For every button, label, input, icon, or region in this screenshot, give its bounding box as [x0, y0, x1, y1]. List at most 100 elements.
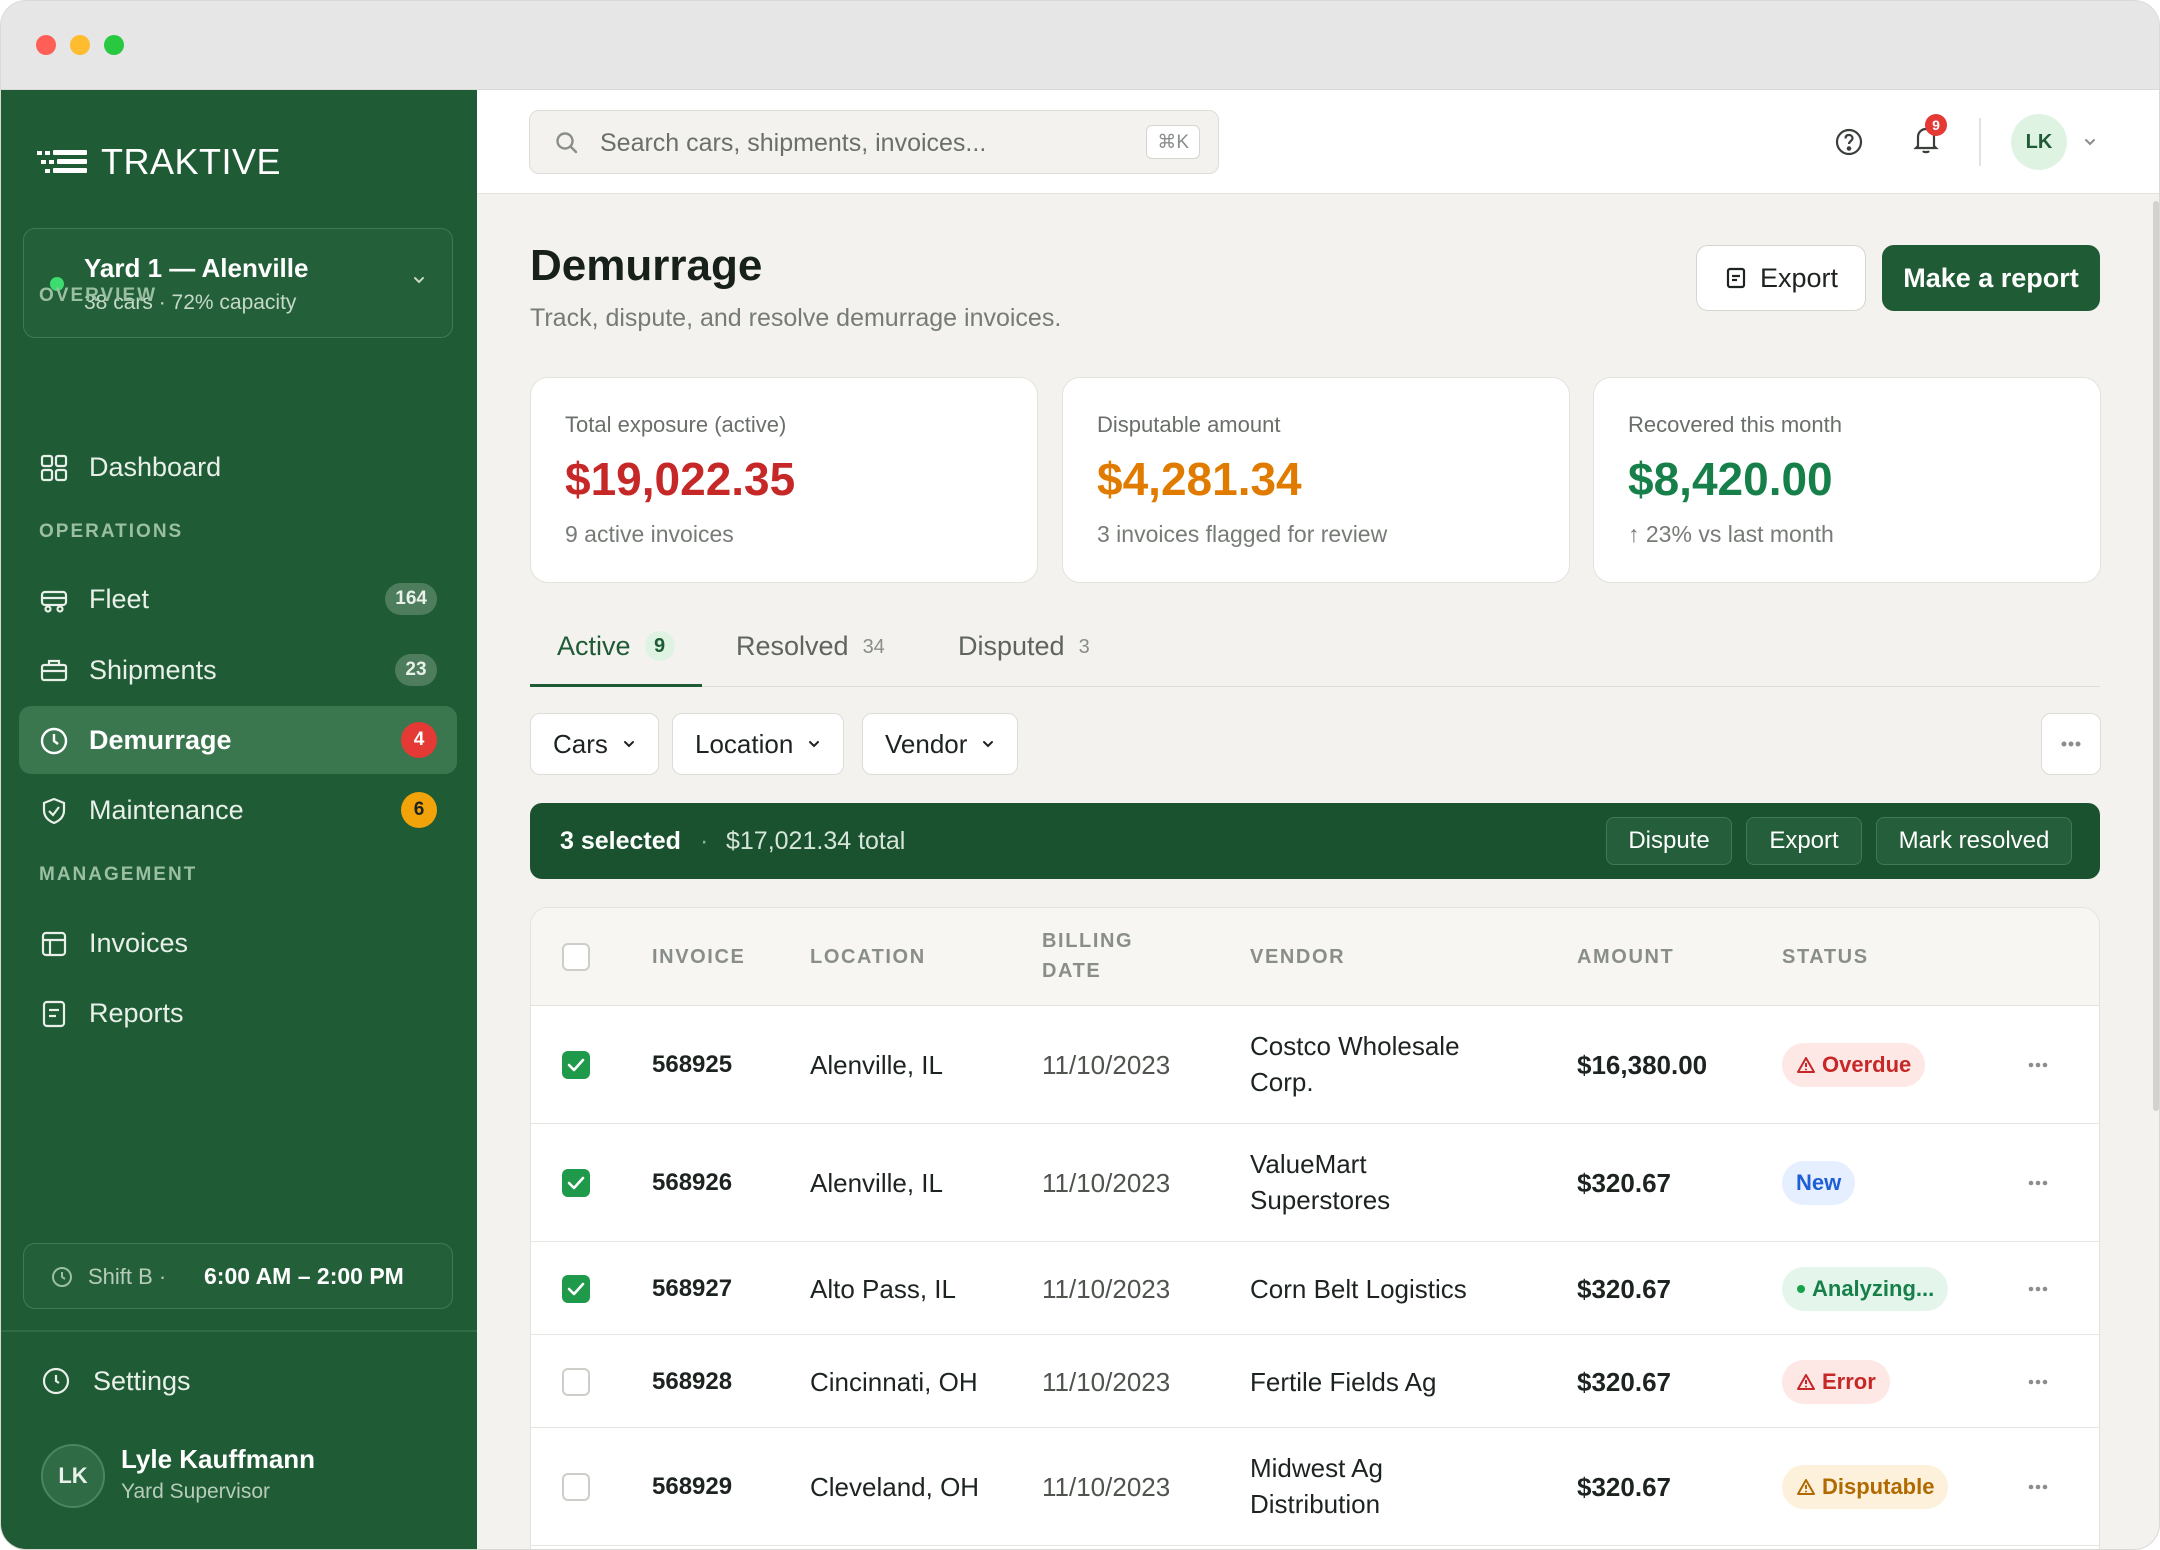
sidebar-item-shipments[interactable]: Shipments 23 — [19, 636, 457, 704]
count-badge: 164 — [385, 583, 437, 615]
column-header-amount[interactable]: AMOUNT — [1577, 942, 1674, 972]
more-options-button[interactable] — [2041, 713, 2101, 775]
table-row[interactable]: 568925 Alenville, IL 11/10/2023 Costco W… — [531, 1006, 2099, 1124]
vendor-line-2: Corp. — [1250, 1067, 1314, 1097]
check-icon — [567, 1176, 585, 1190]
invoice-number[interactable]: 568928 — [652, 1364, 732, 1400]
sidebar-item-demurrage[interactable]: Demurrage 4 — [19, 706, 457, 774]
tab-resolved[interactable]: Resolved 34 — [736, 631, 885, 687]
billing-date: 11/10/2023 — [1042, 1168, 1171, 1198]
row-checkbox[interactable] — [562, 1368, 590, 1396]
brand-logo[interactable]: TRAKTIVE — [37, 141, 281, 182]
keyboard-shortcut-hint: ⌘K — [1146, 125, 1200, 159]
tab-label: Resolved — [736, 631, 849, 661]
maximize-window-button[interactable] — [104, 35, 124, 55]
sidebar-item-label: Settings — [93, 1366, 191, 1396]
clock-icon — [40, 727, 68, 755]
status-label: Analyzing... — [1812, 1276, 1935, 1301]
location: Alto Pass, IL — [810, 1274, 956, 1304]
alert-badge: 4 — [401, 722, 437, 758]
stat-card-disputable: Disputable amount $4,281.34 3 invoices f… — [1062, 377, 1570, 583]
avatar[interactable]: LK — [2011, 114, 2067, 170]
row-more-icon[interactable] — [2027, 1285, 2049, 1293]
stat-value: $4,281.34 — [1097, 453, 1302, 505]
row-checkbox[interactable] — [562, 1473, 590, 1501]
column-header-vendor[interactable]: VENDOR — [1250, 942, 1345, 972]
selected-count: 3 selected — [560, 827, 681, 855]
status-label: New — [1796, 1170, 1842, 1195]
check-icon — [567, 1282, 585, 1296]
make-report-button[interactable]: Make a report — [1882, 245, 2100, 311]
table-row[interactable]: 568927 Alto Pass, IL 11/10/2023 Corn Bel… — [531, 1242, 2099, 1335]
row-more-icon[interactable] — [2027, 1179, 2049, 1187]
sidebar-item-reports[interactable]: Reports — [19, 979, 457, 1047]
search-input[interactable] — [600, 123, 1120, 163]
row-checkbox[interactable] — [562, 1169, 590, 1197]
dispute-button[interactable]: Dispute — [1606, 817, 1732, 865]
mark-resolved-button[interactable]: Mark resolved — [1876, 817, 2072, 865]
location: Alenville, IL — [810, 1168, 943, 1198]
filter-label: Vendor — [885, 728, 968, 759]
title-bar — [1, 1, 2159, 90]
shift-indicator: Shift B · 6:00 AM – 2:00 PM — [23, 1243, 453, 1309]
sidebar-item-label: Shipments — [89, 654, 217, 685]
column-header-invoice[interactable]: INVOICE — [652, 942, 745, 972]
row-more-icon[interactable] — [2027, 1378, 2049, 1386]
sidebar-item-dashboard[interactable]: Dashboard — [19, 433, 457, 501]
search-box[interactable]: ⌘K — [529, 110, 1219, 174]
tab-count: 34 — [862, 636, 885, 658]
tab-active[interactable]: Active 9 — [530, 631, 702, 687]
invoice-number[interactable]: 568925 — [652, 1047, 732, 1083]
invoice-number[interactable]: 568929 — [652, 1469, 732, 1505]
settings-icon — [42, 1367, 70, 1395]
stat-value: $8,420.00 — [1628, 453, 1833, 505]
status-badge: Overdue — [1782, 1043, 1926, 1087]
tab-label: Disputed — [958, 631, 1065, 661]
stat-label: Recovered this month — [1628, 412, 1842, 437]
filter-location[interactable]: Location — [672, 713, 845, 775]
sidebar-item-maintenance[interactable]: Maintenance 6 — [19, 776, 457, 844]
warning-icon — [1797, 1374, 1815, 1390]
filter-vendor[interactable]: Vendor — [862, 713, 1019, 775]
table-row[interactable]: 568926 Alenville, IL 11/10/2023 ValueMar… — [531, 1124, 2099, 1242]
row-more-icon[interactable] — [2027, 1483, 2049, 1491]
row-more-icon[interactable] — [2027, 1061, 2049, 1069]
chevron-down-icon — [623, 741, 634, 748]
sidebar-item-invoices[interactable]: Invoices — [19, 909, 457, 977]
export-selected-button[interactable]: Export — [1746, 817, 1862, 865]
column-header-billing[interactable]: BILLING — [1042, 926, 1133, 956]
invoice-number[interactable]: 568926 — [652, 1165, 732, 1201]
status-badge: Error — [1782, 1360, 1890, 1404]
column-header-status[interactable]: STATUS — [1782, 942, 1869, 972]
minimize-window-button[interactable] — [70, 35, 90, 55]
column-header-date[interactable]: DATE — [1042, 956, 1101, 986]
amount: $16,380.00 — [1577, 1050, 1708, 1080]
yard-selector[interactable]: Yard 1 — Alenville 38 cars · 72% capacit… — [23, 228, 453, 338]
sidebar-item-label: Demurrage — [89, 724, 232, 755]
close-window-button[interactable] — [36, 35, 56, 55]
top-bar: ⌘K 9 LK — [477, 90, 2159, 194]
sidebar-item-label: Fleet — [89, 583, 150, 614]
export-button[interactable]: Export — [1696, 245, 1866, 311]
status-label: Disputable — [1822, 1474, 1935, 1499]
sidebar-item-fleet[interactable]: Fleet 164 — [19, 565, 457, 633]
select-all-checkbox[interactable] — [562, 943, 590, 971]
row-checkbox[interactable] — [562, 1051, 590, 1079]
avatar[interactable]: LK — [41, 1444, 105, 1508]
location: Cleveland, OH — [810, 1472, 980, 1502]
row-checkbox[interactable] — [562, 1275, 590, 1303]
column-header-location[interactable]: LOCATION — [810, 942, 926, 972]
check-icon — [567, 1058, 585, 1072]
help-icon[interactable] — [1833, 126, 1865, 158]
main-scrollbar[interactable] — [2153, 201, 2159, 1111]
sidebar-item-settings[interactable]: Settings — [23, 1348, 453, 1414]
chevron-down-icon[interactable] — [2083, 136, 2097, 148]
table-row[interactable]: 568929 Cleveland, OH 11/10/2023 Midwest … — [531, 1428, 2099, 1546]
filter-cars[interactable]: Cars — [530, 713, 659, 775]
table-row[interactable]: 568928 Cincinnati, OH 11/10/2023 Fertile… — [531, 1335, 2099, 1428]
invoice-icon — [41, 931, 67, 957]
status-badge: Disputable — [1782, 1465, 1949, 1509]
nav-section-management: MANAGEMENT — [39, 864, 198, 885]
tab-disputed[interactable]: Disputed 3 — [958, 631, 1090, 687]
invoice-number[interactable]: 568927 — [652, 1271, 732, 1307]
